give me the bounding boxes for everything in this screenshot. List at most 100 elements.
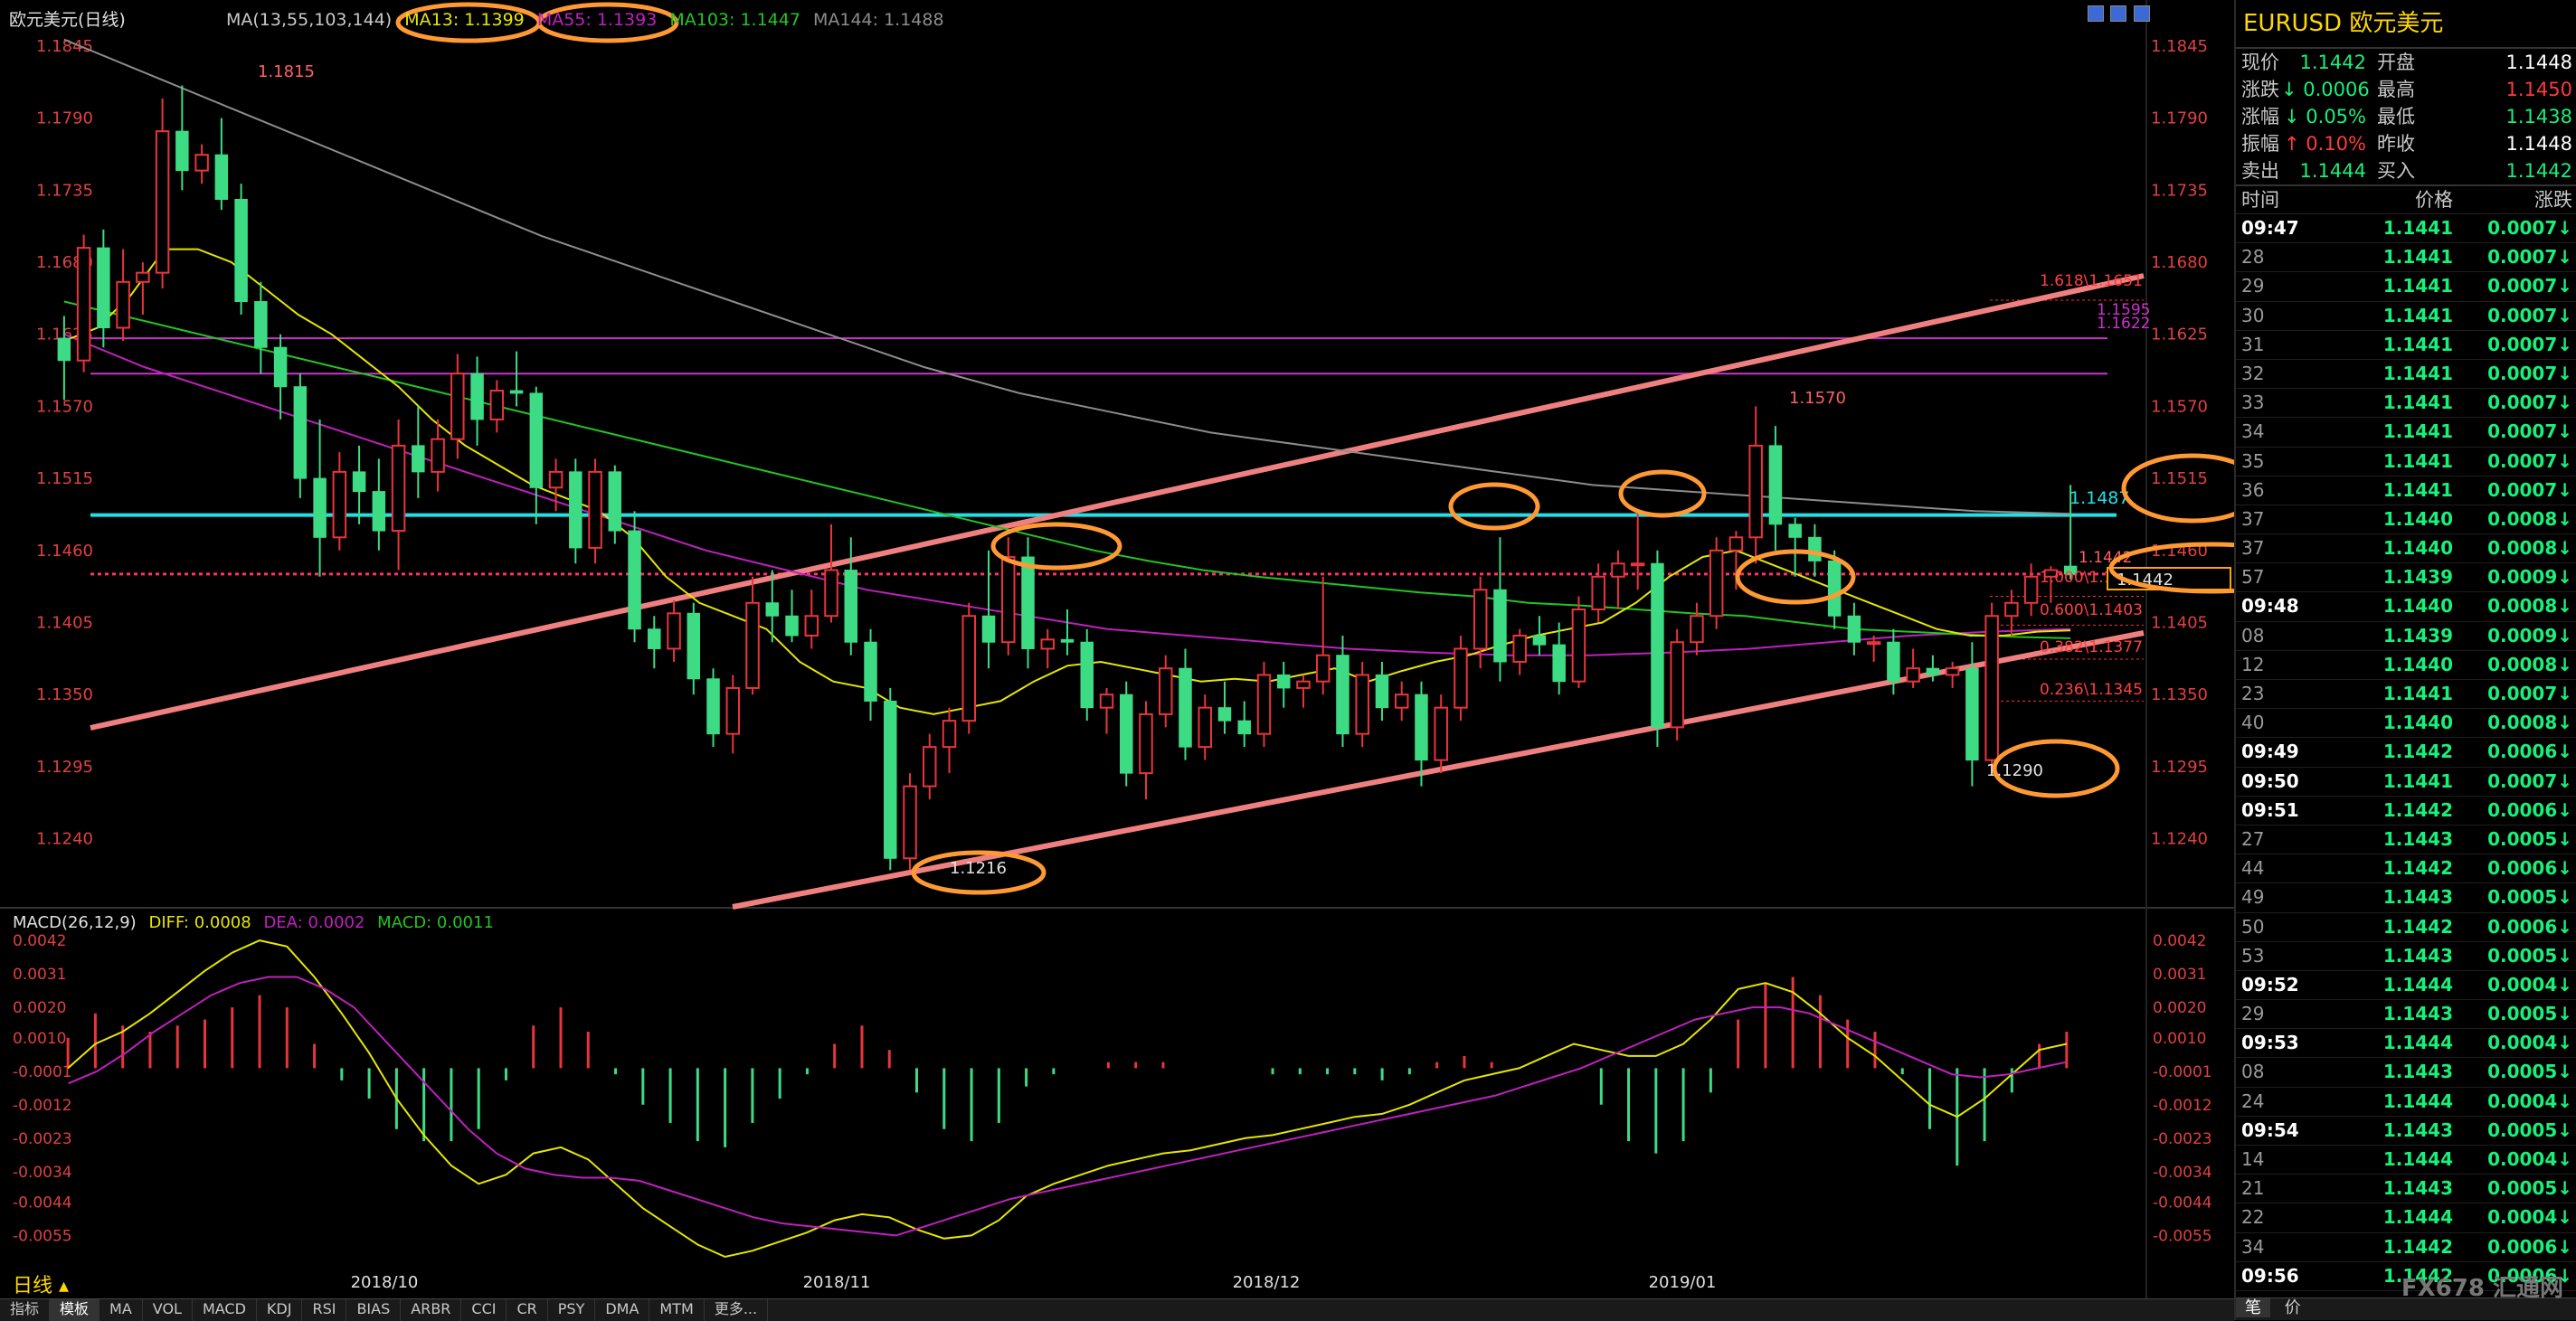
tick-change: 0.0008↓ bbox=[2487, 507, 2572, 530]
price-tick-right: 1.1295 bbox=[2151, 758, 2208, 777]
tab-7[interactable]: BIAS bbox=[346, 1299, 402, 1321]
tick-price: 1.1441 bbox=[2382, 304, 2453, 326]
tick-change: 0.0005↓ bbox=[2487, 827, 2572, 850]
candle-down bbox=[1415, 694, 1428, 761]
label-resistance: 1.1487 bbox=[2069, 488, 2129, 508]
tab-0[interactable]: 指标 bbox=[0, 1299, 51, 1321]
price-tick-left: 1.1735 bbox=[36, 181, 93, 200]
tick-col-price: 价格 bbox=[2415, 189, 2453, 211]
candle-up bbox=[804, 615, 819, 637]
tick-time: 27 bbox=[2241, 827, 2265, 850]
tick-change: 0.0006↓ bbox=[2487, 915, 2572, 938]
price-tick-left: 1.1515 bbox=[36, 469, 93, 488]
tab-12[interactable]: DMA bbox=[595, 1299, 650, 1321]
tab-10[interactable]: CR bbox=[507, 1299, 548, 1321]
tick-list[interactable]: 09:47 1.1441 0.0007↓ 28 1.1441 0.0007↓ 29 1.144… bbox=[2236, 214, 2576, 1291]
candle-down bbox=[569, 471, 582, 549]
tick-price: 1.1443 bbox=[2382, 827, 2453, 850]
candle-down bbox=[1217, 707, 1232, 722]
candle-down bbox=[1276, 674, 1291, 689]
candle-down bbox=[844, 570, 858, 643]
macd-tick-left: 0.0020 bbox=[13, 999, 66, 1017]
tick-change: 0.0007↓ bbox=[2487, 362, 2572, 384]
tick-time: 36 bbox=[2241, 478, 2265, 501]
tick-change: 0.0006↓ bbox=[2487, 741, 2572, 763]
macd-tick-right: 0.0042 bbox=[2153, 932, 2206, 950]
tick-time: 09:56 bbox=[2241, 1264, 2299, 1287]
price-chart[interactable]: 1.1845 1.18451.1790 1.17901.1735 1.17351.16… bbox=[0, 0, 2234, 1298]
tab-4[interactable]: MACD bbox=[193, 1299, 257, 1321]
tick-row: 32 1.1441 0.0007↓ bbox=[2236, 360, 2576, 390]
macd-label: MACD(26,12,9) bbox=[13, 913, 137, 932]
tick-time: 37 bbox=[2241, 537, 2265, 560]
tab-2[interactable]: MA bbox=[99, 1299, 143, 1321]
tick-price: 1.1444 bbox=[2382, 1206, 2453, 1229]
tab-1[interactable]: 模板 bbox=[50, 1299, 100, 1321]
tick-time: 14 bbox=[2241, 1148, 2265, 1170]
tab-3[interactable]: VOL bbox=[143, 1299, 193, 1321]
tab-14[interactable]: 更多... bbox=[705, 1299, 769, 1321]
macd-tick-left: -0.0055 bbox=[13, 1227, 72, 1245]
macd-diff-line bbox=[67, 939, 2068, 1259]
tick-change: 0.0007↓ bbox=[2487, 275, 2572, 297]
candle-down bbox=[372, 491, 386, 532]
candle-down bbox=[57, 337, 71, 362]
restore-icon[interactable] bbox=[2088, 5, 2104, 22]
candle-up bbox=[903, 785, 917, 860]
tick-row: 14 1.1444 0.0004↓ bbox=[2236, 1146, 2576, 1175]
tab-11[interactable]: PSY bbox=[548, 1299, 596, 1321]
chart-area[interactable]: 1.1845 1.1845 1.1790 1.1790 1.1735 1.1735 1.16… bbox=[0, 0, 2234, 1298]
candle-down bbox=[1493, 589, 1507, 663]
candle-up bbox=[923, 746, 937, 788]
price-tab[interactable]: 价 bbox=[2276, 1298, 2310, 1317]
tick-row: 08 1.1439 0.0009↓ bbox=[2236, 622, 2576, 651]
candle-up bbox=[76, 247, 91, 362]
tick-row: 09:50 1.1441 0.0007↓ bbox=[2236, 768, 2576, 797]
tick-row: 27 1.1443 0.0005↓ bbox=[2236, 826, 2576, 855]
macd-tick-right: 0.0020 bbox=[2153, 999, 2206, 1017]
candle-down bbox=[706, 678, 720, 735]
watermark-logo: FX678 汇通网 bbox=[2401, 1275, 2563, 1302]
candle-down bbox=[529, 392, 544, 488]
price-tick-left: 1.1405 bbox=[36, 613, 93, 632]
candle-up bbox=[2004, 601, 2019, 618]
macd-tick-left: 0.0010 bbox=[13, 1030, 66, 1048]
tab-9[interactable]: CCI bbox=[461, 1299, 507, 1321]
tab-13[interactable]: MTM bbox=[649, 1299, 705, 1321]
trades-tab[interactable]: 笔 bbox=[2236, 1298, 2270, 1317]
candle-up bbox=[391, 444, 406, 533]
tick-price: 1.1443 bbox=[2382, 1061, 2453, 1083]
candle-up bbox=[667, 612, 681, 650]
candle-down bbox=[1651, 562, 1664, 728]
tick-price: 1.1441 bbox=[2382, 217, 2453, 239]
candle-down bbox=[1926, 667, 1940, 675]
tick-time: 08 bbox=[2241, 1061, 2265, 1083]
tick-price: 1.1440 bbox=[2382, 712, 2453, 734]
tab-6[interactable]: RSI bbox=[302, 1299, 347, 1321]
tab-8[interactable]: ARBR bbox=[401, 1299, 462, 1321]
candle-down bbox=[470, 373, 484, 420]
candle-down bbox=[1552, 644, 1566, 683]
tick-change: 0.0009↓ bbox=[2487, 624, 2572, 646]
tick-row: 31 1.1441 0.0007↓ bbox=[2236, 331, 2576, 360]
tick-row: 09:53 1.1444 0.0004↓ bbox=[2236, 1029, 2576, 1059]
tick-change: 0.0007↓ bbox=[2487, 683, 2572, 704]
candle-up bbox=[1434, 706, 1448, 761]
tick-time: 24 bbox=[2241, 1090, 2265, 1112]
period-label[interactable]: 日线 ▴ bbox=[13, 1269, 69, 1298]
tick-row: 29 1.1443 0.0005↓ bbox=[2236, 1000, 2576, 1030]
tick-price: 1.1442 bbox=[2382, 1235, 2453, 1258]
tick-change: 0.0008↓ bbox=[2487, 537, 2572, 560]
tick-time: 35 bbox=[2241, 449, 2265, 472]
price-tick-right: 1.1625 bbox=[2151, 326, 2208, 344]
annotation-circle bbox=[1618, 469, 1707, 518]
price-tick-right: 1.1845 bbox=[2151, 37, 2208, 56]
tick-row: 23 1.1441 0.0007↓ bbox=[2236, 680, 2576, 710]
tick-time: 09:53 bbox=[2241, 1032, 2299, 1054]
tab-5[interactable]: KDJ bbox=[257, 1299, 303, 1321]
maximize-icon[interactable] bbox=[2110, 5, 2127, 22]
close-icon[interactable] bbox=[2133, 5, 2150, 22]
